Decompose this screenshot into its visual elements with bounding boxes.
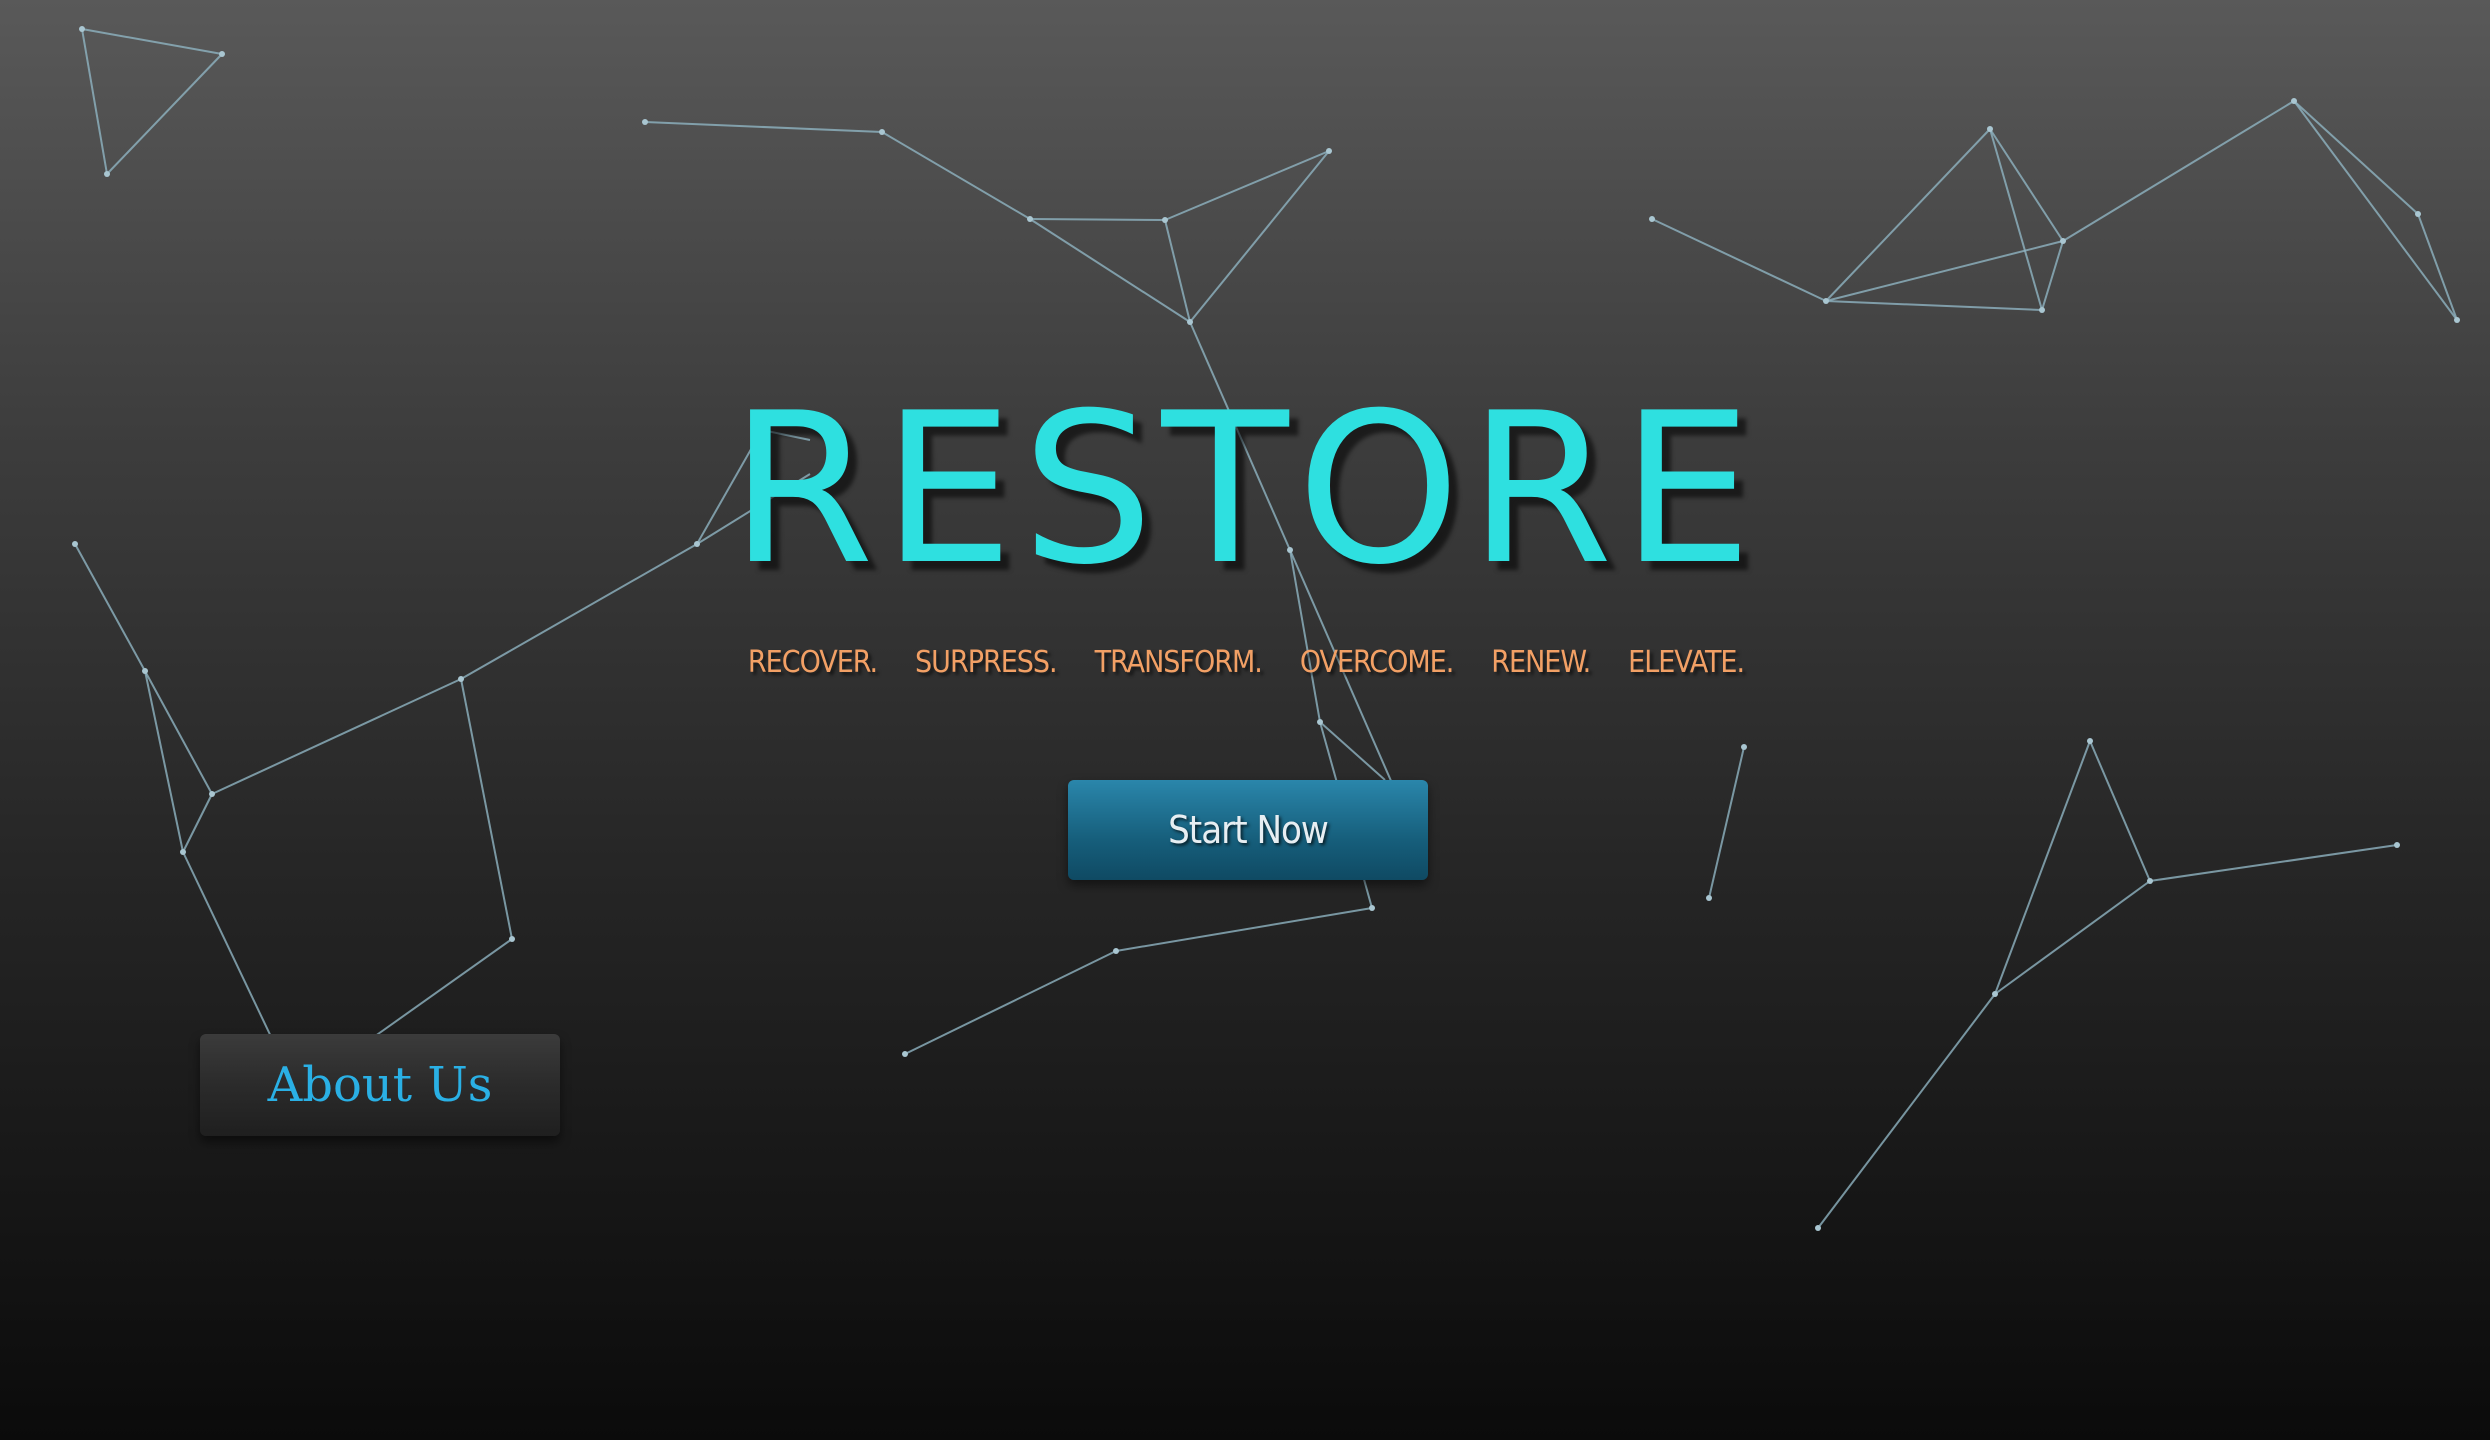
tagline-renew: RENEW. xyxy=(1491,645,1591,680)
start-now-button[interactable]: Start Now xyxy=(1068,780,1428,880)
page-title: RESTORE xyxy=(729,369,1761,611)
tagline-transform: TRANSFORM. xyxy=(1094,645,1263,680)
tagline-recover: RECOVER. xyxy=(747,645,878,680)
tagline-surpress: SURPRESS. xyxy=(915,645,1058,680)
tagline-elevate: ELEVATE. xyxy=(1628,645,1745,680)
tagline-list: RECOVER. SURPRESS. TRANSFORM. OVERCOME. … xyxy=(0,645,2490,680)
about-us-button[interactable]: About Us xyxy=(200,1034,560,1136)
hero-section: RESTORE RECOVER. SURPRESS. TRANSFORM. OV… xyxy=(0,0,2490,1440)
tagline-overcome: OVERCOME. xyxy=(1299,645,1454,680)
